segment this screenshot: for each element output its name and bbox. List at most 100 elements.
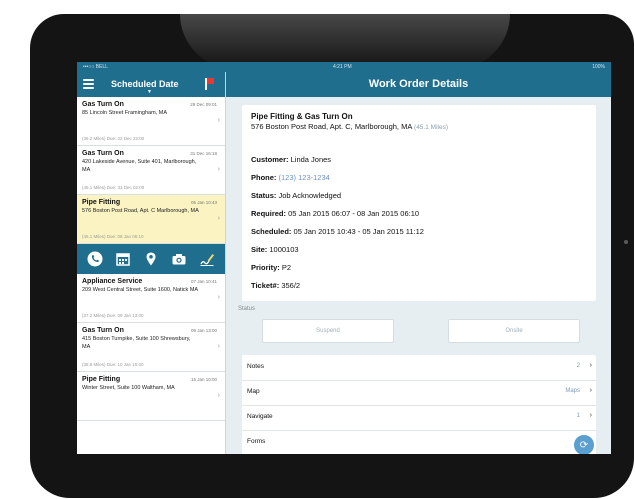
calendar-icon[interactable]: [114, 250, 132, 268]
work-order-address: Winter Street, Suite 100 Waltham, MA: [82, 385, 175, 391]
screen-glare: [180, 14, 510, 69]
scheduled-row: Scheduled: 05 Jan 2015 10:43 - 05 Jan 20…: [251, 227, 424, 236]
details-address-text: 576 Boston Post Road, Apt. C, Marlboroug…: [251, 122, 412, 131]
work-order-date: 05 Jan 10:43: [190, 200, 217, 205]
work-order-list-top: Gas Turn On 29 Dec 09:01 85 Lincoln Stre…: [77, 97, 225, 244]
customer-row: Customer: Linda Jones: [251, 155, 331, 164]
status-bar: •••○○ BELL 4:21 PM 100%: [77, 62, 611, 72]
navigation-list: Notes 2 › Map Maps › Navigate 1 › Forms …: [242, 355, 596, 454]
work-order-list-panel: Scheduled Date ▼ Gas Turn On 29 Dec 09:0…: [77, 72, 226, 454]
details-distance: (45.1 Miles): [414, 124, 448, 131]
nav-value: 2: [576, 363, 580, 369]
phone-label: Phone:: [251, 173, 277, 182]
work-order-title: Pipe Fitting: [82, 376, 121, 383]
status-buttons: Suspend Onsite: [242, 319, 596, 343]
work-order-meta: (38.8 Miles) Due: 10 Jan 15:00: [82, 362, 144, 367]
ticket-value: 356/2: [281, 281, 301, 290]
camera-icon[interactable]: [170, 250, 188, 268]
nav-row-notes[interactable]: Notes 2 ›: [242, 355, 596, 381]
ticket-label: Ticket#:: [251, 281, 280, 290]
required-value: 05 Jan 2015 06:07 - 08 Jan 2015 06:10: [288, 209, 420, 218]
customer-label: Customer:: [251, 155, 289, 164]
work-order-meta: (45.1 Miles) Due: 31 Dec 02:00: [82, 185, 145, 190]
tablet-side-dot: [624, 240, 628, 244]
status-label: Status:: [251, 191, 277, 200]
work-order-item-selected[interactable]: Pipe Fitting 05 Jan 10:43 576 Boston Pos…: [77, 195, 225, 244]
work-order-address: 85 Lincoln Street Framingham, MA: [82, 110, 167, 116]
status-row: Status: Job Acknowledged: [251, 191, 341, 200]
chevron-right-icon: ›: [217, 294, 220, 301]
details-card: Pipe Fitting & Gas Turn On 576 Boston Po…: [242, 105, 596, 301]
work-order-title: Gas Turn On: [82, 150, 124, 157]
work-order-meta: (45.1 Miles) Due: 08 Jan 06:10: [82, 234, 144, 239]
nav-label: Notes: [247, 363, 264, 370]
site-label: Site:: [251, 245, 268, 254]
status-section-label: Status: [238, 306, 256, 312]
work-order-title: Pipe Fitting: [82, 199, 121, 206]
nav-label: Map: [247, 388, 260, 395]
nav-value: 1: [576, 413, 580, 419]
carrier-text: •••○○ BELL: [83, 64, 108, 70]
refresh-fab-icon[interactable]: ⟳: [572, 433, 596, 454]
chevron-right-icon: ›: [217, 392, 220, 399]
sort-title[interactable]: Scheduled Date: [111, 79, 179, 89]
details-title: Pipe Fitting & Gas Turn On: [251, 112, 353, 121]
work-order-date: 31 Dec 16:18: [190, 151, 217, 156]
status-value: Job Acknowledged: [278, 191, 342, 200]
required-label: Required:: [251, 209, 287, 218]
work-order-date: 15 Jan 10:00: [190, 377, 217, 382]
ticket-row: Ticket#: 356/2: [251, 281, 300, 290]
chevron-right-icon: ›: [589, 387, 592, 394]
battery-text: 100%: [592, 64, 605, 70]
work-order-title: Appliance Service: [82, 278, 143, 285]
details-header: Work Order Details: [226, 72, 611, 97]
nav-row-map[interactable]: Map Maps ›: [242, 380, 596, 406]
phone-link[interactable]: (123) 123-1234: [279, 173, 330, 182]
clock-text: 4:21 PM: [333, 64, 352, 70]
work-order-address: 209 West Central Street, Suite 1600, Nat…: [82, 287, 199, 293]
chevron-right-icon: ›: [217, 343, 220, 350]
chevron-right-icon: ›: [589, 412, 592, 419]
priority-row: Priority: P2: [251, 263, 291, 272]
flag-icon[interactable]: [205, 78, 214, 90]
work-order-item[interactable]: Gas Turn On 29 Dec 09:01 85 Lincoln Stre…: [77, 97, 225, 146]
chevron-right-icon: ›: [217, 166, 220, 173]
signature-icon[interactable]: [198, 250, 216, 268]
work-order-date: 09 Jan 13:00: [190, 328, 217, 333]
site-row: Site: 1000103: [251, 245, 299, 254]
phone-row: Phone: (123) 123-1234: [251, 173, 330, 182]
scheduled-label: Scheduled:: [251, 227, 292, 236]
work-order-address: 415 Boston Turnpike, Suite 100 Shrewsbur…: [82, 336, 191, 350]
list-header: Scheduled Date ▼: [77, 72, 225, 97]
nav-value: Maps: [565, 388, 580, 394]
chevron-right-icon: ›: [217, 117, 220, 124]
customer-value: Linda Jones: [290, 155, 332, 164]
sort-caret-icon[interactable]: ▼: [147, 89, 152, 95]
nav-row-navigate[interactable]: Navigate 1 ›: [242, 405, 596, 431]
suspend-button[interactable]: Suspend: [262, 319, 394, 343]
work-order-title: Gas Turn On: [82, 327, 124, 334]
required-row: Required: 05 Jan 2015 06:07 - 08 Jan 201…: [251, 209, 419, 218]
onsite-button[interactable]: Onsite: [448, 319, 580, 343]
work-order-item[interactable]: Pipe Fitting 15 Jan 10:00 Winter Street,…: [77, 372, 225, 421]
nav-label: Forms: [247, 438, 266, 445]
work-order-item[interactable]: Appliance Service 07 Jan 10:41 209 West …: [77, 274, 225, 323]
details-address[interactable]: 576 Boston Post Road, Apt. C, Marlboroug…: [251, 122, 491, 133]
phone-icon[interactable]: [86, 250, 104, 268]
hamburger-menu-icon[interactable]: [83, 79, 94, 90]
work-order-meta: (36.2 Miles) Due: 22 Dec 22:00: [82, 136, 145, 141]
chevron-right-icon: ›: [217, 215, 220, 222]
chevron-right-icon: ›: [589, 362, 592, 369]
work-order-list-bottom: Appliance Service 07 Jan 10:41 209 West …: [77, 274, 225, 421]
work-order-item[interactable]: Gas Turn On 31 Dec 16:18 420 Lakeside Av…: [77, 146, 225, 195]
scheduled-value: 05 Jan 2015 10:43 - 05 Jan 2015 11:12: [293, 227, 424, 236]
map-pin-icon[interactable]: [142, 250, 160, 268]
work-order-details-panel: Work Order Details Pipe Fitting & Gas Tu…: [226, 72, 611, 454]
work-order-address: 576 Boston Post Road, Apt. C Marlborough…: [82, 208, 199, 214]
quick-action-bar: [77, 244, 225, 274]
work-order-item[interactable]: Gas Turn On 09 Jan 13:00 415 Boston Turn…: [77, 323, 225, 372]
priority-value: P2: [281, 263, 292, 272]
nav-row-forms[interactable]: Forms 3 ›: [242, 430, 596, 454]
nav-label: Navigate: [247, 413, 273, 420]
site-value: 1000103: [269, 245, 299, 254]
